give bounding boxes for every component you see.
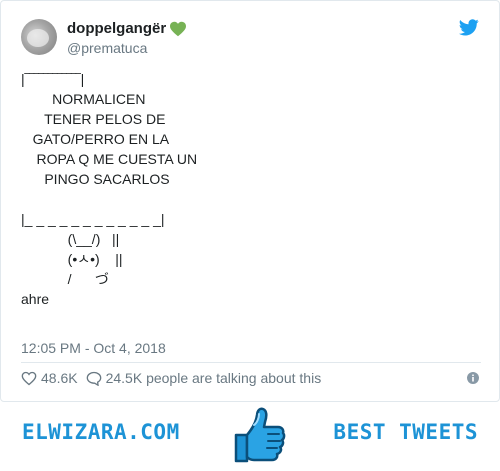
tweet-header: doppelgangër @prematuca	[21, 17, 481, 61]
thumbs-up-icon	[234, 407, 286, 463]
conversation-link[interactable]: 24.5K people are talking about this	[86, 370, 322, 386]
tweet-card: doppelgangër @prematuca |‾‾‾‾‾‾‾‾‾‾‾‾| N…	[0, 0, 500, 402]
footer-brand-left: ELWIZARA.COM	[22, 420, 180, 444]
like-count: 48.6K	[41, 370, 78, 386]
speech-bubble-icon	[86, 371, 101, 386]
footer-banner: ELWIZARA.COM BEST TWEETS	[0, 402, 500, 471]
tweet-timestamp[interactable]: 12:05 PM - Oct 4, 2018	[21, 339, 166, 357]
conversation-text: 24.5K people are talking about this	[105, 370, 322, 386]
tweet-text: |‾‾‾‾‾‾‾‾‾‾‾‾| NORMALICEN TENER PELOS DE…	[21, 71, 198, 307]
author-block[interactable]: doppelgangër @prematuca	[67, 20, 187, 57]
avatar[interactable]	[21, 19, 57, 55]
green-heart-icon	[170, 21, 187, 37]
heart-outline-icon	[21, 371, 37, 385]
display-name-row: doppelgangër	[67, 20, 187, 38]
tweet-actions: 48.6K 24.5K people are talking about thi…	[21, 368, 481, 388]
user-handle[interactable]: @prematuca	[67, 39, 187, 57]
footer-brand-right: BEST TWEETS	[333, 420, 478, 444]
divider	[21, 362, 481, 363]
display-name[interactable]: doppelgangër	[67, 20, 166, 38]
info-icon[interactable]	[467, 372, 479, 384]
like-button[interactable]: 48.6K	[21, 370, 78, 386]
twitter-bird-icon[interactable]	[459, 19, 479, 36]
